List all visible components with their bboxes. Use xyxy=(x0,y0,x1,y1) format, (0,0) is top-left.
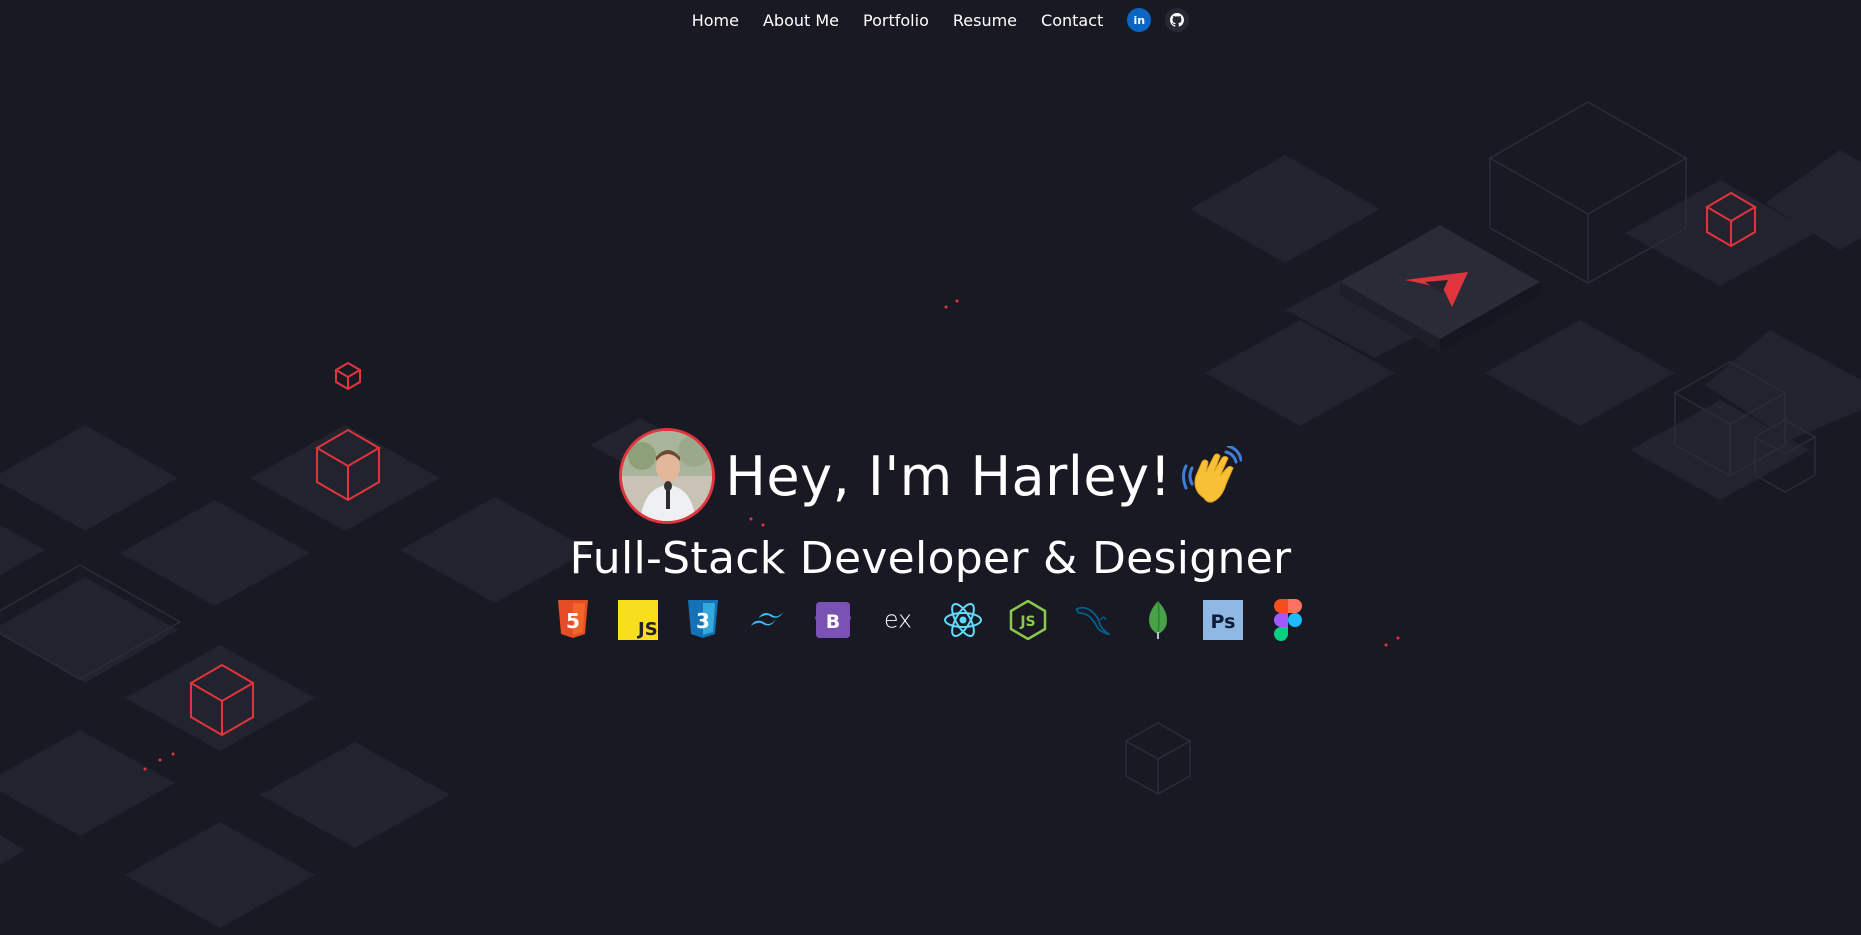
nav-contact[interactable]: Contact xyxy=(1041,11,1103,30)
linkedin-label: in xyxy=(1133,13,1146,27)
nav-resume[interactable]: Resume xyxy=(953,11,1017,30)
tech-stack-icons: 5 JS 3 B ex JS Ps xyxy=(0,595,1861,645)
photoshop-icon: Ps xyxy=(1203,600,1243,640)
mongodb-icon xyxy=(1138,600,1178,640)
subtitle-text: Full-Stack Developer & Designer xyxy=(569,532,1292,584)
waving-hand-icon xyxy=(1181,446,1242,506)
nav-about-me[interactable]: About Me xyxy=(763,11,839,30)
photoshop-label: Ps xyxy=(1211,611,1236,633)
linkedin-icon[interactable]: in xyxy=(1127,8,1152,32)
bootstrap-icon: B xyxy=(813,600,853,640)
react-icon xyxy=(943,600,983,640)
nav-home[interactable]: Home xyxy=(692,11,739,30)
social-links: in xyxy=(1127,8,1190,32)
javascript-label: JS xyxy=(636,619,658,640)
mysql-icon xyxy=(1073,600,1113,640)
figma-icon xyxy=(1268,599,1308,641)
css3-label: 3 xyxy=(696,609,710,633)
nav-portfolio[interactable]: Portfolio xyxy=(863,11,929,30)
javascript-icon: JS xyxy=(618,600,658,640)
nodejs-icon: JS xyxy=(1008,600,1048,640)
github-icon[interactable] xyxy=(1165,8,1190,32)
express-icon: ex xyxy=(878,600,918,640)
express-label: ex xyxy=(884,605,912,633)
top-navigation: Home About Me Portfolio Resume Contact i… xyxy=(0,0,1861,40)
greeting-text: Hey, I'm Harley! xyxy=(725,444,1172,508)
avatar xyxy=(619,428,716,524)
hero-heading: Hey, I'm Harley! xyxy=(0,428,1861,524)
html5-icon: 5 xyxy=(553,600,593,640)
nodejs-label: JS xyxy=(1019,614,1035,630)
bootstrap-label: B xyxy=(826,611,840,633)
html5-label: 5 xyxy=(566,609,580,633)
css3-icon: 3 xyxy=(683,600,723,640)
tailwind-icon xyxy=(748,600,788,640)
hero-subtitle: Full-Stack Developer & Designer xyxy=(0,528,1861,588)
